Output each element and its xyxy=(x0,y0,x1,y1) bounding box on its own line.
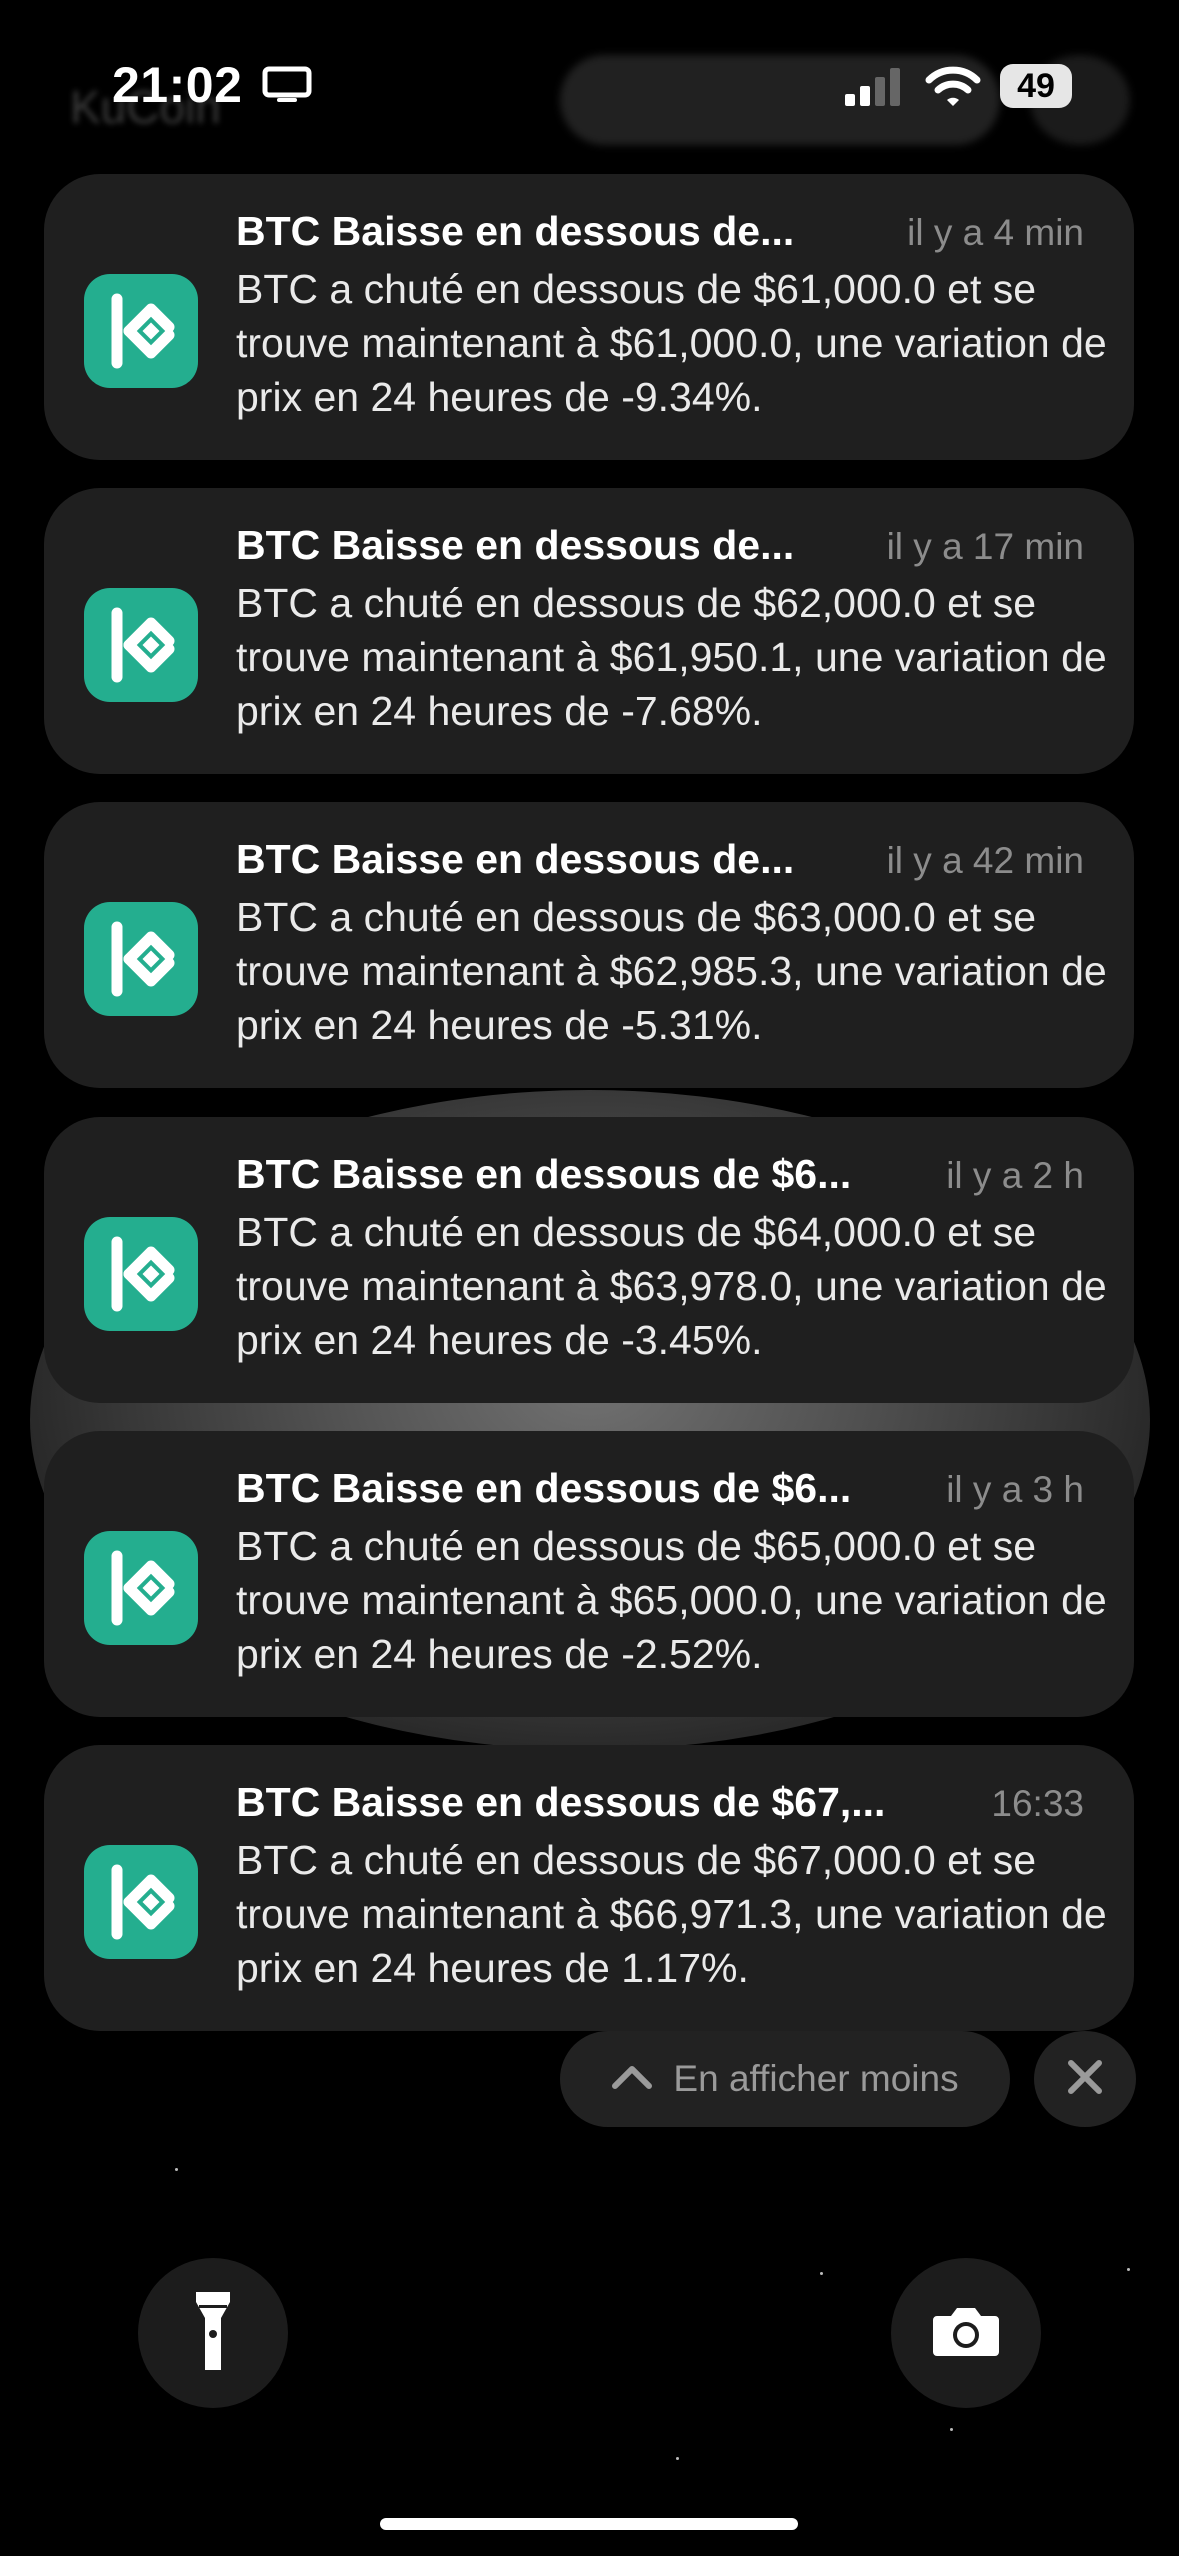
notification-title: BTC Baisse en dessous de... xyxy=(236,836,795,882)
kucoin-logo-icon xyxy=(84,274,198,388)
close-icon xyxy=(1067,2059,1103,2100)
kucoin-logo-icon xyxy=(84,1845,198,1959)
star xyxy=(1127,2268,1130,2271)
camera-icon xyxy=(931,2304,1001,2363)
notification-time: il y a 42 min xyxy=(886,840,1084,881)
chevron-up-icon xyxy=(611,2064,653,2095)
cellular-signal-icon xyxy=(845,68,905,111)
show-less-label: En afficher moins xyxy=(673,2058,959,2099)
notification-card[interactable]: BTC Baisse en dessous de... il y a 42 mi… xyxy=(44,802,1134,1088)
battery-indicator: 49 xyxy=(1000,64,1072,108)
notification-card[interactable]: BTC Baisse en dessous de $67,... 16:33 B… xyxy=(44,1745,1134,2031)
close-notifications-button[interactable] xyxy=(1034,2031,1136,2127)
star xyxy=(820,2272,823,2275)
notification-time: 16:33 xyxy=(991,1783,1084,1824)
star xyxy=(676,2457,679,2460)
star xyxy=(950,2428,953,2431)
notification-title: BTC Baisse en dessous de... xyxy=(236,522,795,568)
kucoin-logo-icon xyxy=(84,588,198,702)
notification-body: BTC a chuté en dessous de $63,000.0 et s… xyxy=(236,894,1107,1048)
notification-card[interactable]: BTC Baisse en dessous de $6... il y a 3 … xyxy=(44,1431,1134,1717)
screen-mirroring-icon xyxy=(262,66,312,109)
notification-body: BTC a chuté en dessous de $62,000.0 et s… xyxy=(236,580,1107,734)
notification-time: il y a 2 h xyxy=(946,1155,1084,1196)
notification-body: BTC a chuté en dessous de $67,000.0 et s… xyxy=(236,1837,1107,1991)
notification-card[interactable]: BTC Baisse en dessous de $6... il y a 2 … xyxy=(44,1117,1134,1403)
notification-card[interactable]: BTC Baisse en dessous de... il y a 4 min… xyxy=(44,174,1134,460)
kucoin-logo-icon xyxy=(84,1217,198,1331)
notification-card[interactable]: BTC Baisse en dessous de... il y a 17 mi… xyxy=(44,488,1134,774)
status-time: 21:02 xyxy=(112,57,243,113)
wifi-icon xyxy=(925,64,981,113)
camera-button[interactable] xyxy=(891,2258,1041,2408)
notification-title: BTC Baisse en dessous de $67,... xyxy=(236,1779,886,1825)
flashlight-icon xyxy=(193,2288,233,2379)
kucoin-logo-icon xyxy=(84,902,198,1016)
notification-title: BTC Baisse en dessous de... xyxy=(236,208,795,254)
notification-time: il y a 4 min xyxy=(907,212,1084,253)
home-indicator[interactable] xyxy=(380,2518,798,2530)
notification-time: il y a 17 min xyxy=(886,526,1084,567)
show-less-button[interactable]: En afficher moins xyxy=(560,2031,1010,2127)
notification-title: BTC Baisse en dessous de $6... xyxy=(236,1151,852,1197)
notification-time: il y a 3 h xyxy=(946,1469,1084,1510)
notification-body: BTC a chuté en dessous de $61,000.0 et s… xyxy=(236,266,1107,420)
notification-body: BTC a chuté en dessous de $64,000.0 et s… xyxy=(236,1209,1107,1363)
flashlight-button[interactable] xyxy=(138,2258,288,2408)
status-bar: 21:02 49 xyxy=(0,0,1179,170)
notification-body: BTC a chuté en dessous de $65,000.0 et s… xyxy=(236,1523,1107,1677)
star xyxy=(175,2168,178,2171)
notification-title: BTC Baisse en dessous de $6... xyxy=(236,1465,852,1511)
kucoin-logo-icon xyxy=(84,1531,198,1645)
